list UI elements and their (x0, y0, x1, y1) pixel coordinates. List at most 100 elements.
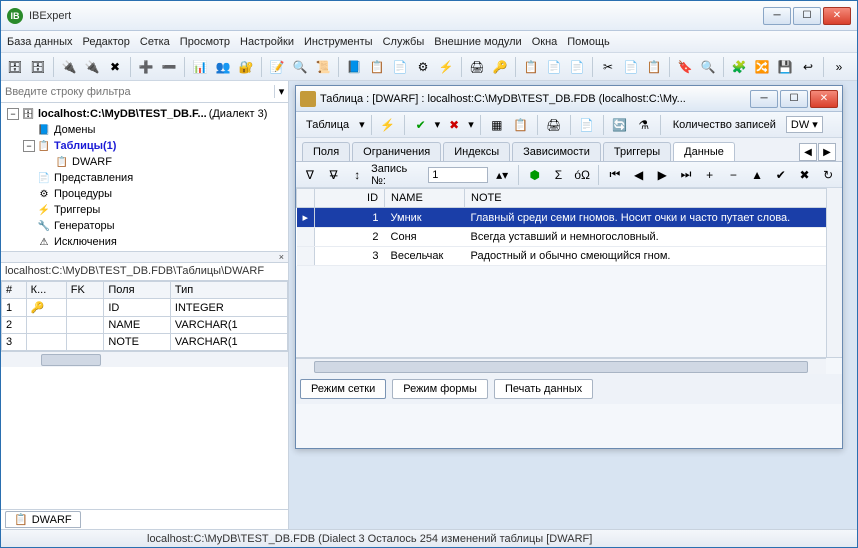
close-button[interactable]: ✕ (823, 7, 851, 25)
blob-icon[interactable]: 🧩 (729, 57, 749, 77)
new-db-icon[interactable]: ➕ (136, 57, 156, 77)
commit-icon[interactable]: ✔ (411, 115, 431, 135)
tree-node[interactable]: 🔧Генераторы (3, 218, 286, 234)
form-icon[interactable]: 📋 (511, 115, 531, 135)
key-icon[interactable]: 🔑 (490, 57, 510, 77)
new-trigger-icon[interactable]: ⚡ (436, 57, 456, 77)
field-header[interactable]: Тип (170, 282, 287, 299)
grid-header[interactable]: NAME (385, 189, 465, 208)
nav-refresh-icon[interactable]: ↻ (818, 165, 838, 185)
tree-node[interactable]: −📋Таблицы (1) (3, 138, 286, 154)
script-icon[interactable]: 📜 (313, 57, 333, 77)
grid-header[interactable]: NOTE (465, 189, 842, 208)
mdi-tab[interactable]: Данные (673, 142, 735, 161)
mode-button[interactable]: Печать данных (494, 379, 593, 399)
mode-button[interactable]: Режим формы (392, 379, 488, 399)
spinner-icon[interactable]: ▴▾ (492, 165, 512, 185)
field-header[interactable]: К... (26, 282, 66, 299)
restore-icon[interactable]: ↩ (798, 57, 818, 77)
nav-delete-icon[interactable]: − (724, 165, 744, 185)
filter-dropdown-icon[interactable]: ▾ (274, 85, 288, 98)
field-row[interactable]: 3NOTEVARCHAR(1 (2, 334, 288, 351)
compare-icon[interactable]: 🔀 (752, 57, 772, 77)
mdi-tab[interactable]: Ограничения (352, 142, 441, 161)
field-header[interactable]: Поля (104, 282, 171, 299)
nav-insert-icon[interactable]: + (700, 165, 720, 185)
mdi-tab[interactable]: Триггеры (603, 142, 671, 161)
disconnect-icon[interactable]: ✖ (105, 57, 125, 77)
tab-next-icon[interactable]: ▶ (818, 143, 836, 161)
nav-next-icon[interactable]: ▶ (652, 165, 672, 185)
menu-plugins[interactable]: Внешние модули (434, 36, 521, 48)
filter-clear-icon[interactable]: ∇̶ (324, 165, 344, 185)
tree-node[interactable]: ⚡Триггеры (3, 202, 286, 218)
bookmark-icon[interactable]: 🔖 (675, 57, 695, 77)
copy2-icon[interactable]: 📄 (621, 57, 641, 77)
new-view-icon[interactable]: 📄 (390, 57, 410, 77)
field-header[interactable]: FK (66, 282, 104, 299)
sum-icon[interactable]: Σ (549, 165, 569, 185)
left-hscrollbar[interactable] (1, 351, 288, 367)
panel-close-icon[interactable]: × (1, 251, 288, 263)
execute-icon[interactable]: ⚡ (378, 115, 398, 135)
menu-tools[interactable]: Инструменты (304, 36, 373, 48)
menu-view[interactable]: Просмотр (180, 36, 230, 48)
clipboard-icon[interactable]: 📋 (521, 57, 541, 77)
mdi-tab[interactable]: Поля (302, 142, 350, 161)
mode-button[interactable]: Режим сетки (300, 379, 386, 399)
drop-db-icon[interactable]: ➖ (159, 57, 179, 77)
grid-row[interactable]: ▸1УмникГлавный среди семи гномов. Носит … (297, 208, 842, 228)
grid-row[interactable]: 2СоняВсегда уставший и немногословный. (297, 228, 842, 247)
field-row[interactable]: 2NAMEVARCHAR(1 (2, 317, 288, 334)
db-unregister-icon[interactable]: 🗄 (28, 57, 48, 77)
paste2-icon[interactable]: 📋 (644, 57, 664, 77)
grid-row[interactable]: 3ВесельчакРадостный и обычно смеющийся г… (297, 247, 842, 266)
nav-post-icon[interactable]: ✔ (771, 165, 791, 185)
new-domain-icon[interactable]: 📘 (344, 57, 364, 77)
nav-edit-icon[interactable]: ▲ (747, 165, 767, 185)
users-icon[interactable]: 👥 (213, 57, 233, 77)
omega-icon[interactable]: óΩ (572, 165, 592, 185)
grid-hscrollbar[interactable] (296, 358, 826, 374)
find-icon[interactable]: 🔍 (698, 57, 718, 77)
menu-settings[interactable]: Настройки (240, 36, 294, 48)
reconnect-icon[interactable]: 🔌 (82, 57, 102, 77)
copy-icon[interactable]: 📄 (544, 57, 564, 77)
nav-first-icon[interactable]: ⏮ (605, 165, 625, 185)
cut-icon[interactable]: ✂ (598, 57, 618, 77)
mdi-tab[interactable]: Индексы (443, 142, 510, 161)
menu-grid[interactable]: Сетка (140, 36, 170, 48)
nav-prev-icon[interactable]: ◀ (629, 165, 649, 185)
new-proc-icon[interactable]: ⚙ (413, 57, 433, 77)
grid-icon[interactable]: ▦ (487, 115, 507, 135)
tree-node[interactable]: ⚙Процедуры (3, 186, 286, 202)
data-grid[interactable]: IDNAMENOTE▸1УмникГлавный среди семи гном… (296, 188, 842, 266)
expand-icon[interactable]: − (23, 140, 35, 152)
ddl-icon[interactable]: 📄 (577, 115, 597, 135)
tree-node[interactable]: ⚠Исключения (3, 234, 286, 250)
field-header[interactable]: # (2, 282, 27, 299)
backup-icon[interactable]: 💾 (775, 57, 795, 77)
cube-icon[interactable]: ⬢ (525, 165, 545, 185)
more-icon[interactable]: » (829, 57, 849, 77)
tree-node[interactable]: 📄Представления (3, 170, 286, 186)
mdi-close-button[interactable]: ✕ (810, 90, 838, 108)
grid-header[interactable]: ID (315, 189, 385, 208)
collapse-icon[interactable]: − (7, 108, 19, 120)
print2-icon[interactable]: 🖨 (544, 115, 564, 135)
menu-windows[interactable]: Окна (532, 36, 558, 48)
new-table-icon[interactable]: 📋 (367, 57, 387, 77)
grant-icon[interactable]: 🔐 (236, 57, 256, 77)
nav-cancel-icon[interactable]: ✖ (795, 165, 815, 185)
connect-icon[interactable]: 🔌 (59, 57, 79, 77)
nav-last-icon[interactable]: ⏭ (676, 165, 696, 185)
tab-prev-icon[interactable]: ◀ (799, 143, 817, 161)
table-selector[interactable]: DW ▾ (786, 116, 823, 133)
bottom-tab-dwarf[interactable]: 📋 DWARF (5, 511, 81, 528)
filter-icon[interactable]: ∇ (300, 165, 320, 185)
minimize-button[interactable]: ─ (763, 7, 791, 25)
mdi-maximize-button[interactable]: ☐ (780, 90, 808, 108)
field-row[interactable]: 1🔑IDINTEGER (2, 299, 288, 317)
query-builder-icon[interactable]: 🔍 (290, 57, 310, 77)
table-menu[interactable]: Таблица (300, 117, 355, 133)
